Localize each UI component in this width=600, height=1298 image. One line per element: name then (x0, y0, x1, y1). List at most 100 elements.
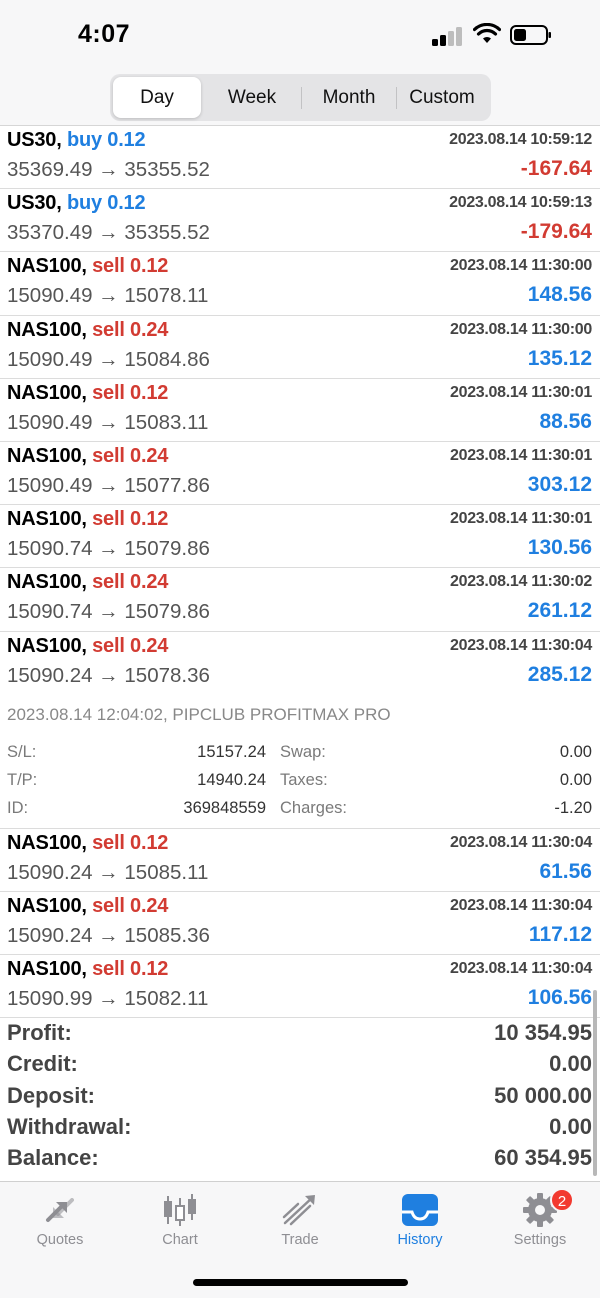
trade-time: 2023.08.14 11:30:04 (450, 833, 592, 851)
trade-prices: 15090.49 → 15078.11 (7, 284, 209, 308)
period-segmented-control: Day Week Month Custom (110, 74, 491, 121)
trade-row[interactable]: NAS100, sell 0.12 15090.99 → 15082.11 20… (0, 955, 600, 1019)
trade-side: sell (92, 634, 125, 657)
tab-label: Quotes (36, 1232, 84, 1248)
id-value: 369848559 (183, 798, 266, 817)
trade-symbol: US30, (7, 129, 62, 151)
trade-title: NAS100, sell 0.12 (7, 832, 168, 855)
trade-time: 2023.08.14 11:30:04 (450, 896, 592, 914)
trade-time: 2023.08.14 10:59:12 (449, 131, 592, 148)
summary-value: 60 354.95 (494, 1145, 592, 1171)
id-label: ID: (7, 798, 29, 817)
trade-profit: 106.56 (527, 986, 592, 1010)
chart-icon (164, 1194, 196, 1226)
trade-title: NAS100, sell 0.24 (7, 571, 168, 594)
trade-title: US30, buy 0.12 (7, 129, 146, 152)
sl-label: S/L: (7, 742, 37, 761)
trade-prices: 15090.74 → 15079.86 (7, 537, 210, 561)
summary-row-profit: Profit: 10 354.95 (0, 1018, 600, 1049)
trade-side: buy (66, 192, 102, 215)
trade-title: NAS100, sell 0.12 (7, 382, 168, 405)
trade-volume: 0.12 (130, 508, 169, 531)
trade-title: US30, buy 0.12 (7, 192, 146, 215)
trade-row[interactable]: NAS100, sell 0.24 15090.24 → 15085.36 20… (0, 892, 600, 956)
trade-volume: 0.24 (130, 571, 169, 594)
tab-label: Chart (162, 1232, 198, 1248)
trade-row[interactable]: US30, buy 0.12 35369.49 → 35355.52 2023.… (0, 126, 600, 190)
summary-value: 0.00 (549, 1113, 592, 1139)
trade-row[interactable]: NAS100, sell 0.24 15090.49 → 15077.86 20… (0, 442, 600, 506)
trade-time: 2023.08.14 11:30:02 (450, 573, 592, 591)
trade-row[interactable]: NAS100, sell 0.24 15090.74 → 15079.86 20… (0, 568, 600, 632)
trade-title: NAS100, sell 0.12 (7, 508, 168, 531)
period-week-button[interactable]: Week (206, 77, 298, 118)
trade-prices: 15090.74 → 15079.86 (7, 600, 210, 624)
trade-row[interactable]: NAS100, sell 0.12 15090.49 → 15078.11 20… (0, 252, 600, 316)
trade-time: 2023.08.14 11:30:00 (450, 320, 592, 338)
sl-value: 15157.24 (197, 742, 266, 761)
charges-value: -1.20 (554, 798, 592, 817)
trade-time: 2023.08.14 11:30:00 (450, 257, 592, 275)
trade-row[interactable]: NAS100, sell 0.12 15090.74 → 15079.86 20… (0, 505, 600, 569)
status-time: 4:07 (78, 20, 131, 48)
trade-details-header: 2023.08.14 12:04:02, PIPCLUB PROFITMAX P… (7, 704, 391, 724)
tab-trade[interactable]: Trade (240, 1182, 360, 1262)
period-custom-button[interactable]: Custom (396, 77, 488, 118)
trade-profit: -179.64 (520, 220, 592, 244)
trade-row[interactable]: NAS100, sell 0.24 15090.49 → 15084.86 20… (0, 316, 600, 379)
trade-symbol: NAS100, (7, 255, 87, 278)
quotes-icon (46, 1198, 74, 1222)
trade-profit: 261.12 (527, 599, 592, 623)
tab-settings[interactable]: 2 Settings (480, 1182, 600, 1262)
tab-quotes[interactable]: Quotes (0, 1182, 120, 1262)
trade-prices: 15090.49 → 15083.11 (7, 410, 209, 434)
trade-side: sell (92, 831, 125, 854)
swap-value: 0.00 (559, 742, 592, 761)
trade-time: 2023.08.14 11:30:04 (450, 960, 592, 978)
trade-side: sell (92, 255, 125, 278)
trade-volume: 0.12 (107, 192, 146, 215)
trade-row[interactable]: NAS100, sell 0.12 15090.24 → 15085.11 20… (0, 829, 600, 892)
summary-value: 0.00 (549, 1051, 592, 1077)
trade-prices: 15090.49 → 15077.86 (7, 473, 210, 497)
tab-chart[interactable]: Chart (120, 1182, 240, 1262)
trade-symbol: US30, (7, 192, 62, 215)
summary-label: Credit: (7, 1051, 78, 1077)
trade-symbol: NAS100, (7, 318, 87, 341)
summary-row-balance: Balance: 60 354.95 (0, 1143, 600, 1174)
status-bar: 4:07 (0, 0, 600, 70)
trade-symbol: NAS100, (7, 634, 87, 657)
tab-history[interactable]: History (360, 1182, 480, 1262)
wifi-icon (473, 23, 501, 43)
trade-row[interactable]: NAS100, sell 0.12 15090.49 → 15083.11 20… (0, 379, 600, 442)
trade-symbol: NAS100, (7, 958, 87, 981)
battery-icon (510, 25, 551, 45)
trade-symbol: NAS100, (7, 381, 87, 404)
trade-volume: 0.24 (130, 318, 169, 341)
tab-label: Settings (513, 1232, 567, 1248)
trade-volume: 0.12 (130, 958, 169, 981)
summary-row-deposit: Deposit: 50 000.00 (0, 1081, 600, 1112)
tp-label: T/P: (7, 770, 38, 789)
trade-prices: 15090.24 → 15085.11 (7, 860, 209, 884)
summary-row-withdrawal: Withdrawal: 0.00 (0, 1112, 600, 1143)
trade-title: NAS100, sell 0.24 (7, 635, 168, 658)
trade-row[interactable]: US30, buy 0.12 35370.49 → 35355.52 2023.… (0, 189, 600, 253)
scroll-indicator[interactable] (593, 990, 597, 1176)
tab-label: Trade (281, 1232, 319, 1248)
cellular-signal-icon (432, 26, 464, 46)
trade-row-expanded[interactable]: NAS100, sell 0.24 15090.24 → 15078.36 20… (0, 632, 600, 695)
trade-profit: 148.56 (527, 283, 592, 307)
trade-profit: 88.56 (539, 409, 592, 433)
trade-title: NAS100, sell 0.24 (7, 445, 168, 468)
trade-volume: 0.12 (107, 129, 146, 151)
trade-icon (282, 1195, 315, 1226)
period-month-button[interactable]: Month (303, 77, 395, 118)
swap-label: Swap: (280, 742, 326, 761)
trade-time: 2023.08.14 11:30:01 (450, 510, 592, 528)
period-day-button[interactable]: Day (113, 77, 201, 118)
trade-time: 2023.08.14 11:30:01 (450, 383, 592, 401)
trade-volume: 0.24 (130, 444, 169, 467)
tab-label: History (397, 1232, 443, 1248)
trade-volume: 0.24 (130, 894, 169, 917)
